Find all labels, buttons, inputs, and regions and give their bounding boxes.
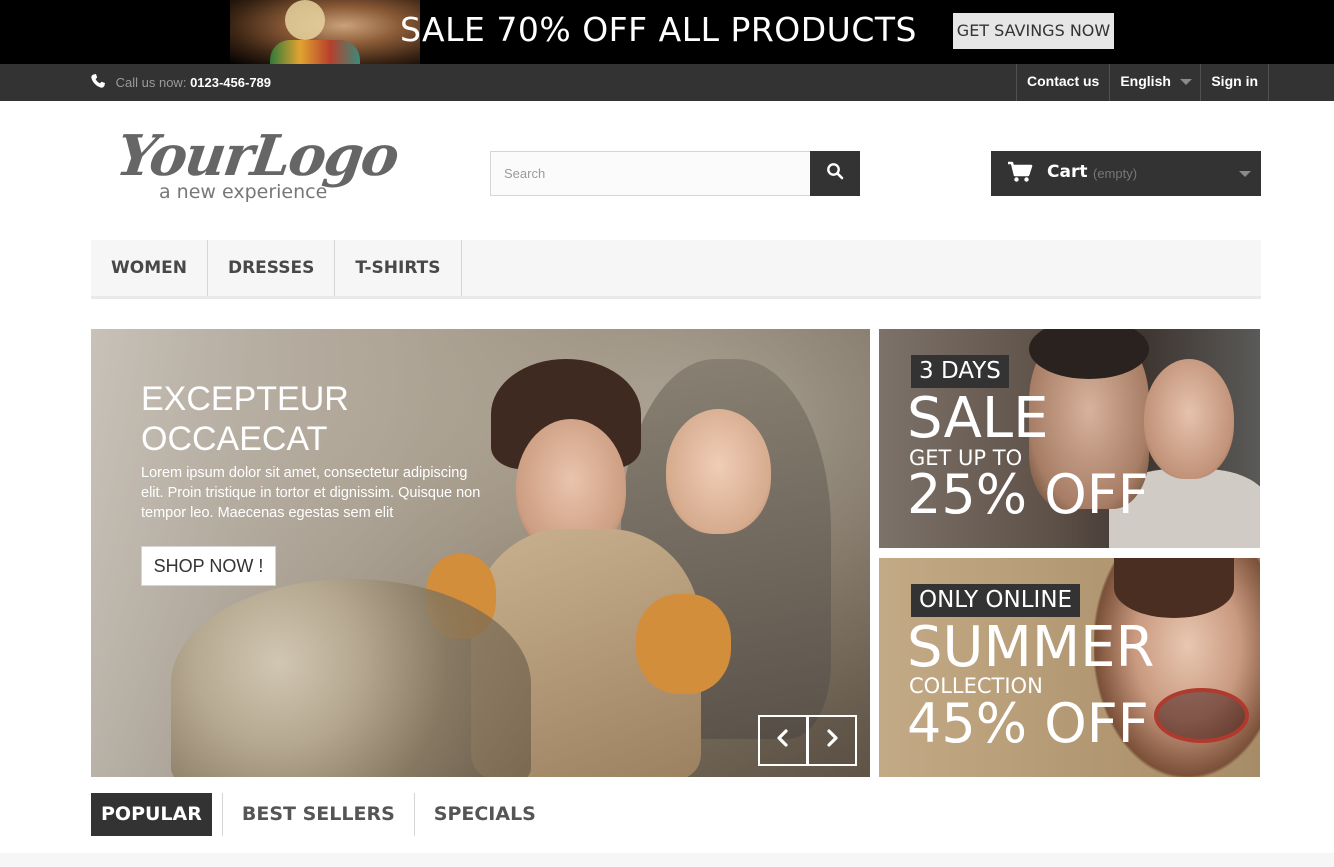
get-savings-button[interactable]: GET SAVINGS NOW <box>953 13 1114 49</box>
hero-slider[interactable]: EXCEPTEUR OCCAECAT Lorem ipsum dolor sit… <box>91 329 870 777</box>
tab-specials[interactable]: SPECIALS <box>413 793 555 836</box>
cart-button[interactable]: Cart (empty) <box>991 151 1261 196</box>
promo-headline: SALE 70% OFF ALL PRODUCTS <box>400 10 917 49</box>
search-input[interactable] <box>490 151 811 196</box>
banner-tag: ONLY ONLINE <box>911 584 1081 617</box>
phone-icon <box>90 74 116 90</box>
tab-content-area <box>0 853 1334 867</box>
search-icon <box>826 162 844 185</box>
language-selector[interactable]: English <box>1109 64 1200 101</box>
promo-model-image <box>230 0 420 64</box>
logo-wordmark: YourLogo <box>112 123 402 189</box>
sign-in-link[interactable]: Sign in <box>1200 64 1270 101</box>
banner-headline: SALE <box>907 386 1049 451</box>
cart-icon <box>1007 161 1033 188</box>
slide-description: Lorem ipsum dolor sit amet, consectetur … <box>141 465 481 521</box>
promo-banner[interactable]: SALE 70% OFF ALL PRODUCTS GET SAVINGS NO… <box>0 0 1334 64</box>
menu-item-dresses[interactable]: DRESSES <box>208 240 336 296</box>
phone-number: 0123-456-789 <box>190 75 272 90</box>
banner-discount: 45% OFF <box>907 692 1149 755</box>
menu-item-women[interactable]: WOMEN <box>91 240 208 296</box>
chevron-left-icon <box>775 728 791 753</box>
banner-discount: 25% OFF <box>907 463 1149 526</box>
search-bar <box>490 151 860 196</box>
slider-next-button[interactable] <box>807 715 857 766</box>
menu-item-tshirts[interactable]: T-SHIRTS <box>335 240 462 296</box>
phone-info: Call us now: 0123-456-789 <box>90 73 271 90</box>
chevron-down-icon <box>1239 171 1251 177</box>
tab-popular[interactable]: POPULAR <box>91 793 212 836</box>
promo-banner-summer[interactable]: ONLY ONLINE SUMMER COLLECTION 45% OFF <box>879 558 1260 777</box>
top-nav-bar: Call us now: 0123-456-789 Contact us Eng… <box>0 64 1334 101</box>
banner-tag: 3 DAYS <box>911 355 1009 388</box>
call-label: Call us now: <box>115 75 187 90</box>
chevron-right-icon <box>824 728 840 753</box>
site-logo[interactable]: YourLogo a new experience <box>112 123 407 208</box>
product-tabs: POPULAR BEST SELLERS SPECIALS <box>91 793 555 836</box>
main-menu: WOMEN DRESSES T-SHIRTS <box>91 240 1261 299</box>
logo-tagline: a new experience <box>159 181 328 203</box>
search-button[interactable] <box>810 151 860 196</box>
shop-now-button[interactable]: SHOP NOW ! <box>141 546 276 586</box>
slider-controls <box>758 715 857 766</box>
cart-status: (empty) <box>1093 166 1138 181</box>
slider-prev-button[interactable] <box>758 715 808 766</box>
banner-headline: SUMMER <box>907 615 1155 680</box>
contact-us-link[interactable]: Contact us <box>1016 64 1109 101</box>
tab-best-sellers[interactable]: BEST SELLERS <box>221 793 414 836</box>
cart-label: Cart <box>1047 162 1088 182</box>
language-label: English <box>1120 73 1171 89</box>
promo-banner-sale[interactable]: 3 DAYS SALE GET UP TO 25% OFF <box>879 329 1260 548</box>
slide-title: EXCEPTEUR OCCAECAT <box>141 380 349 458</box>
sunglasses-image <box>1154 688 1249 743</box>
chevron-down-icon <box>1180 79 1193 85</box>
